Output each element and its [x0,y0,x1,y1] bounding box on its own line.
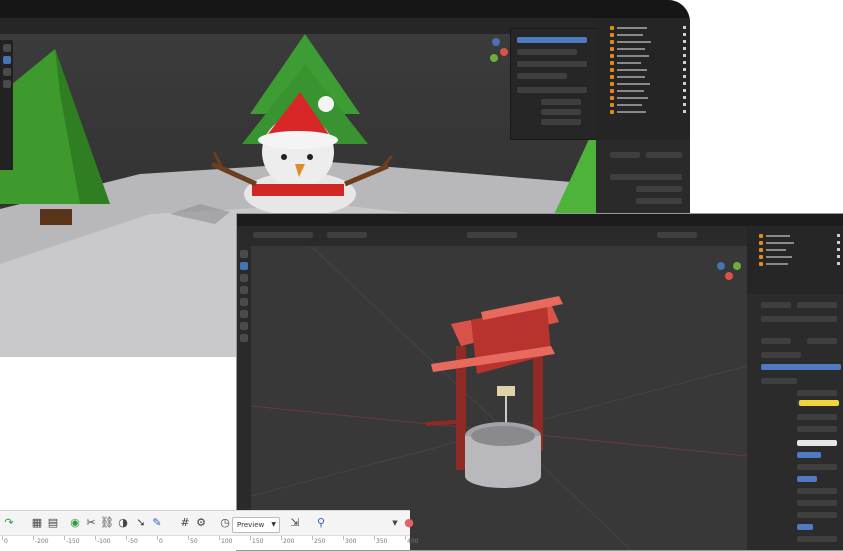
hat-pompom [318,96,334,112]
outliner-row [610,87,690,94]
ruler-tick-line [126,536,127,540]
snap-icon[interactable]: ◑ [116,516,130,530]
ruler-tick-label: 150 [252,538,264,545]
ruler-tick-line [374,536,375,540]
gear-icon[interactable]: ⚙ [194,516,208,530]
tool-annotate[interactable] [240,322,248,330]
tool-move[interactable] [240,274,248,282]
ruler-tick-line [157,536,158,540]
ruler-tick-label: -200 [35,538,49,545]
scarf [252,184,344,196]
ruler-tick-label: 300 [345,538,357,545]
ruler-tick-line [250,536,251,540]
outliner-row [610,59,690,66]
outliner-row [610,108,690,115]
tool-select[interactable] [240,262,248,270]
outliner-panel[interactable] [596,18,690,140]
preview-label: Preview [237,521,265,529]
arrow-icon[interactable]: ⇲ [288,516,302,530]
sidebar-n-panel[interactable] [510,28,598,140]
tool-measure[interactable] [240,334,248,342]
ruler-tick-line [95,536,96,540]
video-editor-toolbar: ↷ ▦ ▤ ◉ ✂ ⛓ ◑ ➘ ✎ # ⚙ ◷ Preview ▼ ⇲ ⚲ ▼ … [0,510,418,550]
knife-icon[interactable]: ✂ [84,516,98,530]
ruler-tick-line [219,536,220,540]
outliner-row [610,73,690,80]
navigation-gizmo[interactable] [486,36,510,68]
outliner-row [610,66,690,73]
outliner-row [610,24,690,31]
left-tree-trunk [40,209,72,225]
film-stack-icon[interactable]: ▤ [46,516,60,530]
well-viewport[interactable] [251,246,747,550]
link-icon[interactable]: ⛓ [100,516,114,530]
dropdown-icon[interactable]: ▼ [388,516,402,530]
ruler-tick-label: -100 [97,538,111,545]
ruler-tick-label: 50 [190,538,198,545]
record-icon[interactable]: ◉ [68,516,82,530]
viewport-header[interactable] [237,226,747,247]
zoom-icon[interactable]: ⚲ [314,516,328,530]
ruler-tick-label: 200 [283,538,295,545]
outliner-row [759,253,843,260]
outliner-row [610,80,690,87]
outliner-row [759,260,843,267]
ruler-tick-label: 0 [4,538,8,545]
ruler-tick-label: -50 [128,538,138,545]
tool-scale[interactable] [3,80,11,88]
ruler-tick-label: 100 [221,538,233,545]
chevron-down-icon: ▼ [271,521,276,528]
tool-scale[interactable] [240,298,248,306]
tool-rotate[interactable] [3,68,11,76]
ruler-tick-line [312,536,313,540]
menu-bar[interactable] [237,214,843,226]
redo-icon[interactable]: ↷ [2,516,16,530]
ruler-tick-line [33,536,34,540]
outliner-row [610,45,690,52]
outliner-row [759,232,843,239]
outliner-row [610,31,690,38]
pen-icon[interactable]: ✎ [150,516,164,530]
grid-icon[interactable]: # [178,516,192,530]
timeline-ruler[interactable]: 0 -200 -150 -100 -50 0 50 100 150 200 250 300 350 400 [0,535,418,550]
window-title-bar [0,0,690,18]
ruler-tick-line [405,536,406,540]
ruler-tick-line [64,536,65,540]
outliner-row [759,239,843,246]
ruler-tick-label: 250 [314,538,326,545]
ruler-tick-label: 0 [159,538,163,545]
ruler-tick-label: -150 [66,538,80,545]
well-blender-window [236,213,843,551]
ruler-tick-line [281,536,282,540]
ruler-tick-label: 400 [407,538,419,545]
well-crank [425,420,457,426]
tool-move[interactable] [3,56,11,64]
tool-cursor[interactable] [240,250,248,258]
outliner-row [610,52,690,59]
tool-rotate[interactable] [240,286,248,294]
left-toolbar[interactable] [0,40,13,170]
ruler-tick-label: 350 [376,538,388,545]
properties-panel[interactable] [747,294,843,550]
tool-transform[interactable] [240,310,248,318]
outliner-row [610,94,690,101]
film-icon[interactable]: ▦ [30,516,44,530]
well-bucket [497,386,515,396]
base-color-swatch[interactable] [799,400,839,406]
outliner-row [610,38,690,45]
clock-icon[interactable]: ◷ [218,516,232,530]
record-dot-icon[interactable]: ● [402,516,416,530]
ruler-tick-line [188,536,189,540]
left-toolbar[interactable] [237,246,251,550]
ruler-tick-line [2,536,3,540]
ruler-tick-line [343,536,344,540]
outliner-panel[interactable] [747,226,843,294]
preview-dropdown[interactable]: Preview ▼ [232,517,280,533]
outliner-row [759,246,843,253]
select-arrow-icon[interactable]: ➘ [134,516,148,530]
tool-select[interactable] [3,44,11,52]
outliner-row [610,101,690,108]
